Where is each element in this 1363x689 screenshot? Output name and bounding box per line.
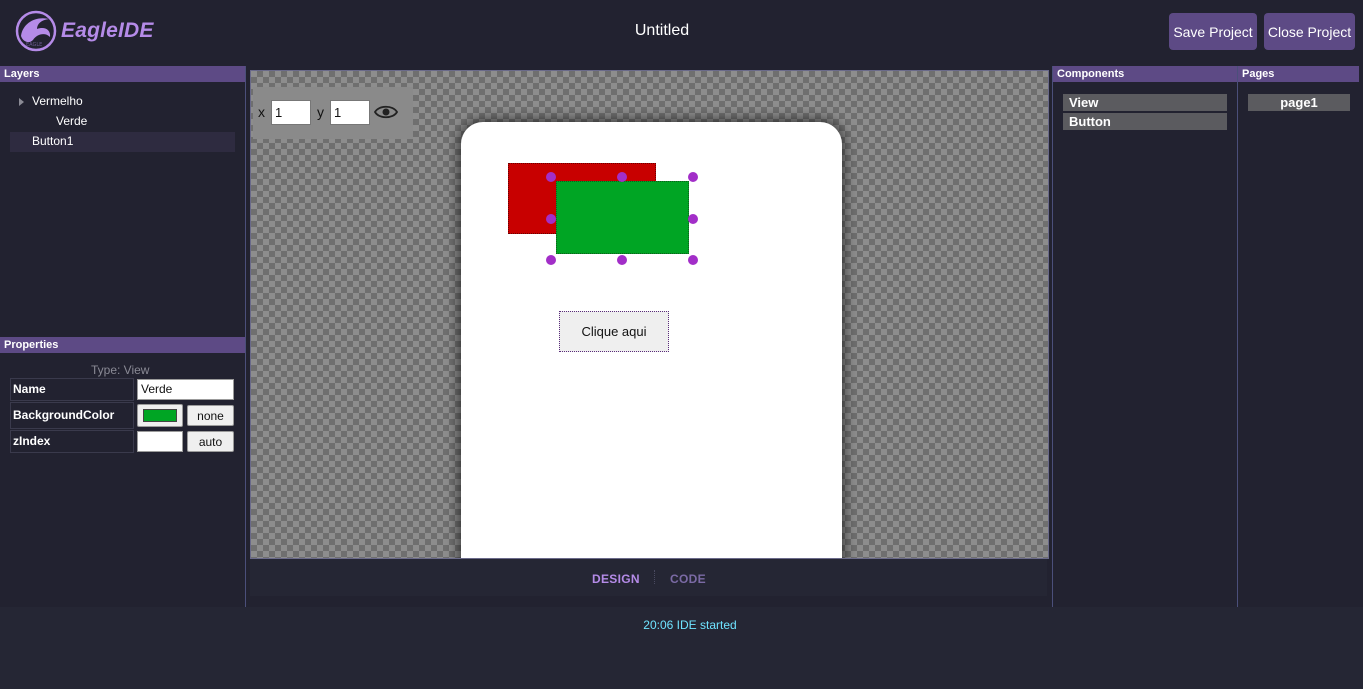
property-type-label: Type: View [91,363,150,377]
resize-handle-left[interactable] [546,214,556,224]
coordinate-toolbar: x 1 y 1 [253,87,413,139]
divider-pages [1237,66,1238,607]
save-project-button[interactable]: Save Project [1169,13,1257,50]
resize-handle-right[interactable] [688,214,698,224]
color-swatch [143,409,177,422]
view-verde[interactable] [556,181,689,254]
phone-preview: Clique aqui [461,122,842,558]
property-label-name: Name [13,382,46,396]
header: EAGLE EagleIDE Untitled Save Project Clo… [0,0,1363,64]
resize-handle-top-right[interactable] [688,172,698,182]
tab-design[interactable]: DESIGN [592,572,640,586]
x-input[interactable]: 1 [271,100,311,125]
x-label: x [258,104,265,120]
eagle-logo-icon: EAGLE [15,10,57,52]
page-item-page1[interactable]: page1 [1248,94,1350,111]
svg-text:EAGLE: EAGLE [26,42,42,48]
zindex-input[interactable] [137,431,183,452]
resize-handle-bottom-right[interactable] [688,255,698,265]
design-canvas[interactable]: x 1 y 1 Clique aqui [250,70,1049,559]
layer-item-button1[interactable]: Button1 [32,132,73,151]
divider-left [245,66,246,607]
resize-handle-bottom[interactable] [617,255,627,265]
tab-separator [654,570,655,584]
resize-handle-top-left[interactable] [546,172,556,182]
tab-code[interactable]: CODE [670,572,706,586]
properties-panel-header: Properties [0,337,245,353]
eye-icon[interactable] [374,104,398,120]
layers-panel-header: Layers [0,66,245,82]
editor-tab-bar: DESIGN CODE [250,559,1047,596]
document-title: Untitled [634,22,690,39]
divider-right [1052,66,1053,607]
layer-item-verde[interactable]: Verde [56,112,87,131]
background-color-picker[interactable] [137,404,183,427]
expand-arrow-icon[interactable] [19,98,24,106]
console-line: 20:06 IDE started [643,618,737,632]
name-input[interactable]: Verde [137,379,234,400]
property-label-backgroundcolor: BackgroundColor [13,408,115,422]
pages-panel-header: Pages [1238,66,1359,82]
layer-item-vermelho[interactable]: Vermelho [32,92,83,111]
background-none-button[interactable]: none [187,405,234,426]
component-item-button[interactable]: Button [1063,113,1227,130]
y-input[interactable]: 1 [330,100,370,125]
property-label-zindex: zIndex [13,434,51,448]
components-panel-header: Components [1053,66,1237,82]
component-item-view[interactable]: View [1063,94,1227,111]
y-label: y [317,104,324,120]
resize-handle-bottom-left[interactable] [546,255,556,265]
preview-button-clique-aqui[interactable]: Clique aqui [559,311,669,352]
console-panel: 20:06 IDE started [0,607,1363,689]
resize-handle-top[interactable] [617,172,627,182]
zindex-auto-button[interactable]: auto [187,431,234,452]
close-project-button[interactable]: Close Project [1264,13,1355,50]
app-logo-text: EagleIDE [61,19,154,42]
